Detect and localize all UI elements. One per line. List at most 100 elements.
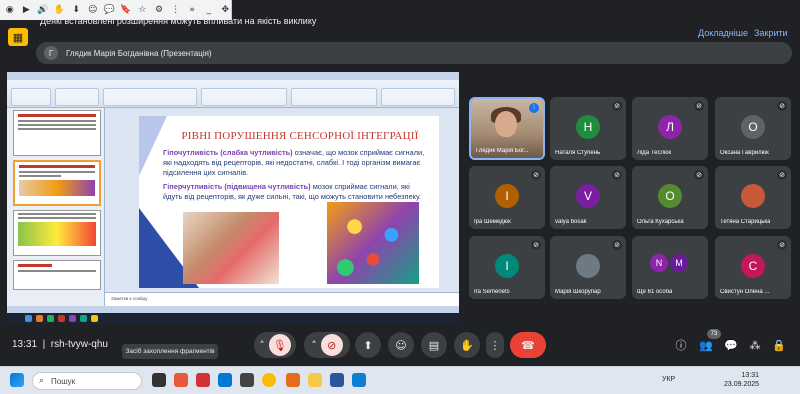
extension-warning-banner: Деякі встановлені розширення можуть впли… <box>0 10 800 38</box>
tooltip: Засіб захоплення фрагментів <box>122 344 218 359</box>
presenter-avatar: Г <box>44 46 58 60</box>
participant-name: Глядик Марія Бог... <box>476 148 529 154</box>
participant-name: Ліда Теслюк <box>637 150 672 156</box>
chat-button[interactable]: 💬 <box>722 332 740 358</box>
participant-name: Ольга Кухарська <box>637 219 684 225</box>
leave-call-button[interactable]: ☎ <box>510 332 546 358</box>
captions-button[interactable]: ▤ <box>421 332 447 358</box>
speaking-icon: ⁞ <box>529 103 539 113</box>
participant-avatar: V <box>576 184 600 208</box>
more-options-button[interactable]: ⋮ <box>486 332 504 358</box>
participant-name: Марія Шкорупар <box>555 289 601 295</box>
participant-tile[interactable]: ⁞ Глядик Марія Бог... <box>469 97 545 160</box>
participant-avatar: С <box>741 254 765 278</box>
participant-tile[interactable]: О ⊘ Ольга Кухарська <box>632 166 708 229</box>
present-icon: ⬆ <box>363 338 373 352</box>
slide-thumbnails <box>7 108 105 308</box>
mic-off-icon: ⊘ <box>531 240 541 250</box>
camera-control-group[interactable]: ˄ ⊘ <box>304 332 350 358</box>
people-icon: 👥 <box>699 338 713 352</box>
chat-icon: 💬 <box>724 338 738 352</box>
mic-off-icon: ⊘ <box>612 170 622 180</box>
slide-paragraph-2: Гіперчутливість (підвищена чутливість) м… <box>163 182 421 201</box>
participant-avatar <box>741 184 765 208</box>
participant-tile[interactable]: Л ⊘ Ліда Теслюк <box>632 97 708 160</box>
camera-off-icon[interactable]: ⊘ <box>320 334 343 356</box>
more-participants-avatars: NM <box>650 254 688 272</box>
shared-screen: РІВНІ ПОРУШЕННЯ СЕНСОРНОЇ ІНТЕГРАЦІЇ Гіп… <box>7 72 459 324</box>
present-screen-button[interactable]: ⬆ <box>355 332 381 358</box>
taskbar-clock[interactable]: 13:31 23.09.2025 <box>724 371 759 389</box>
slide-thumbnail[interactable] <box>13 260 101 290</box>
participant-tile[interactable]: V ⊘ valya bosak <box>550 166 626 229</box>
app-icon[interactable] <box>218 373 232 387</box>
mic-off-icon[interactable]: 🎙 <box>268 334 291 356</box>
host-controls-button[interactable]: 🔒 <box>770 332 788 358</box>
chrome-icon[interactable] <box>262 373 276 387</box>
mic-off-icon: ⊘ <box>694 101 704 111</box>
info-button[interactable]: ⓘ <box>672 332 690 358</box>
participant-avatar: Н <box>576 115 600 139</box>
app-icon[interactable] <box>174 373 188 387</box>
lock-icon: 🔒 <box>772 338 786 352</box>
participant-name: Ira Semenets <box>474 289 510 295</box>
extension-warning-icon[interactable]: ▦ <box>8 28 28 46</box>
close-banner-link[interactable]: Закрити <box>754 28 788 38</box>
hang-up-icon: ☎ <box>521 338 535 352</box>
participant-tile[interactable]: І ⊘ Ira Semenets <box>469 236 545 299</box>
participant-tile[interactable]: ⊘ Марія Шкорупар <box>550 236 626 299</box>
language-indicator[interactable]: УКР <box>662 376 675 383</box>
participant-avatar: О <box>658 184 682 208</box>
taskbar-search[interactable]: ⌕ Пошук <box>32 372 142 390</box>
chevron-up-icon[interactable]: ˄ <box>311 339 317 352</box>
slide-thumbnail-selected[interactable] <box>13 160 101 206</box>
meeting-controls: 13:31 | rsh-tvyw-qhu ˄ 🎙 ˄ ⊘ ⬆ ☺ ▤ ✋ ⋮ ☎… <box>0 330 800 360</box>
mic-off-icon: ⊘ <box>612 101 622 111</box>
participant-name: Свистун Олена ... <box>720 289 770 295</box>
participant-avatar: О <box>741 115 765 139</box>
search-icon: ⌕ <box>39 375 45 385</box>
participant-tile[interactable]: N M Ще 61 особа <box>632 236 708 299</box>
presentation-title: Глядик Марія Богданівна (Презентація) <box>66 48 212 58</box>
windows-taskbar: ⌕ Пошук УКР 13:31 23.09.2025 <box>0 366 800 394</box>
app-icon[interactable] <box>240 373 254 387</box>
more-vert-icon: ⋮ <box>489 338 501 352</box>
emoji-icon: ☺ <box>395 338 407 352</box>
slide-notes[interactable]: Заметки к слайду <box>105 292 459 306</box>
raise-hand-button[interactable]: ✋ <box>454 332 480 358</box>
task-view-icon[interactable] <box>152 373 166 387</box>
participant-tile[interactable]: О ⊘ Оксана Гаврилюк <box>715 97 791 160</box>
slide-thumbnail[interactable] <box>13 110 101 156</box>
presentation-header: Г Глядик Марія Богданівна (Презентація) <box>36 42 792 64</box>
app-icon[interactable] <box>196 373 210 387</box>
slide-photo-beads <box>327 202 419 284</box>
participant-avatar: І <box>495 184 519 208</box>
chevron-up-icon[interactable]: ˄ <box>259 339 265 352</box>
info-icon: ⓘ <box>675 339 687 352</box>
activities-button[interactable]: ⁂ <box>746 332 764 358</box>
emoji-button[interactable]: ☺ <box>388 332 414 358</box>
app-icon[interactable] <box>352 373 366 387</box>
mic-control-group[interactable]: ˄ 🎙 <box>254 332 296 358</box>
participant-tile[interactable]: ⊘ Тетяна Старицька <box>715 166 791 229</box>
participant-tile[interactable]: І ⊘ Іра Шемедюк <box>469 166 545 229</box>
participant-tile[interactable]: Н ⊘ Наталя Ступень <box>550 97 626 160</box>
participant-name: Тетяна Старицька <box>720 219 771 225</box>
app-icon[interactable] <box>330 373 344 387</box>
meeting-time-code: 13:31 | rsh-tvyw-qhu <box>12 339 108 350</box>
participant-name: Іра Шемедюк <box>474 219 511 225</box>
learn-more-link[interactable]: Докладніше <box>698 28 748 38</box>
slide-photo-children <box>183 212 279 284</box>
hand-icon: ✋ <box>460 338 474 352</box>
home-icon[interactable] <box>286 373 300 387</box>
mic-off-icon: ⊘ <box>531 170 541 180</box>
participant-count-badge: 73 <box>707 329 721 339</box>
slide-thumbnail[interactable] <box>13 210 101 256</box>
mic-off-icon: ⊘ <box>777 240 787 250</box>
folder-icon[interactable] <box>308 373 322 387</box>
windows-start-icon[interactable] <box>10 373 24 387</box>
participant-name: Оксана Гаврилюк <box>720 150 769 156</box>
participant-avatar <box>576 254 600 278</box>
mic-off-icon: ⊘ <box>777 170 787 180</box>
participant-tile[interactable]: С ⊘ Свистун Олена ... <box>715 236 791 299</box>
